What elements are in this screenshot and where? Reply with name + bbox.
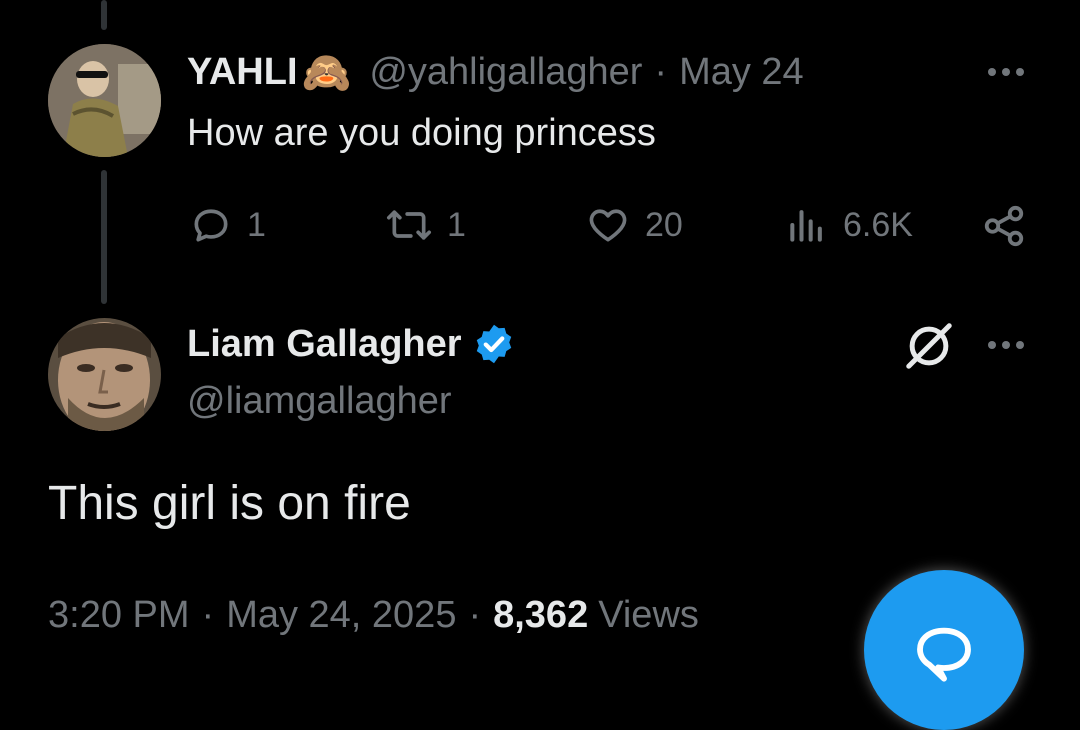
like-action[interactable]: 20: [585, 203, 683, 247]
thread-line-connector: [101, 170, 107, 304]
repost-action[interactable]: 1: [385, 203, 466, 247]
reply-action[interactable]: 1: [189, 203, 266, 247]
analytics-icon: [790, 210, 822, 242]
reply-header: YAHLI 🙈 @yahligallagher · May 24: [187, 49, 804, 95]
avatar-liam-image: [48, 318, 161, 431]
main-more-icon[interactable]: [988, 341, 1024, 349]
share-action[interactable]: [981, 203, 1027, 249]
meta-separator-1: ·: [201, 593, 215, 636]
reply-date[interactable]: May 24: [679, 51, 804, 94]
heart-icon: [589, 209, 627, 242]
post-views-label[interactable]: Views: [598, 594, 699, 637]
reply-display-name[interactable]: YAHLI: [187, 51, 298, 94]
avatar-yahli-image: [48, 44, 161, 157]
main-post-text: This girl is on fire: [48, 477, 411, 530]
main-handle[interactable]: @liamgallagher: [187, 380, 452, 423]
reply-more-icon[interactable]: [988, 68, 1024, 76]
avatar-yahli[interactable]: [48, 44, 161, 157]
main-header: Liam Gallagher: [187, 321, 516, 367]
reply-icon: [194, 209, 228, 242]
repost-icon: [387, 210, 431, 240]
share-icon: [984, 205, 1024, 247]
post-views-count[interactable]: 8,362: [493, 594, 588, 637]
meta-separator-2: ·: [468, 593, 482, 636]
views-action[interactable]: 6.6K: [785, 203, 913, 247]
like-count: 20: [645, 205, 683, 244]
views-count: 6.6K: [843, 205, 913, 244]
reply-fab-button[interactable]: [864, 570, 1024, 730]
verified-badge-icon: [476, 324, 511, 364]
reply-count: 1: [247, 205, 266, 244]
monkey-emoji-icon: 🙈: [301, 50, 352, 95]
reply-handle[interactable]: @yahligallagher: [369, 51, 642, 94]
repost-count: 1: [447, 205, 466, 244]
reply-text: How are you doing princess: [187, 112, 656, 154]
reply-separator: ·: [654, 50, 668, 93]
thread-line-top: [101, 0, 107, 30]
compose-reply-icon: [917, 627, 971, 682]
main-display-name[interactable]: Liam Gallagher: [187, 323, 462, 366]
post-time[interactable]: 3:20 PM: [48, 594, 190, 637]
post-metadata: 3:20 PM · May 24, 2025 · 8,362 Views: [48, 592, 699, 638]
post-date[interactable]: May 24, 2025: [226, 594, 456, 637]
grok-icon[interactable]: [902, 319, 956, 373]
avatar-liam[interactable]: [48, 318, 161, 431]
